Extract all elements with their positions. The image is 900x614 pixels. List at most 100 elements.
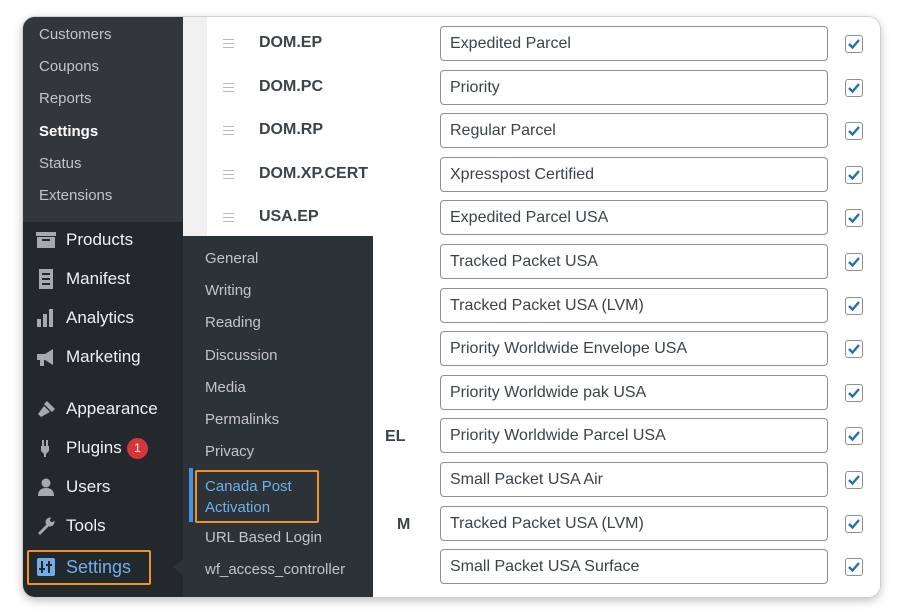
menu-label-manifest: Manifest — [66, 269, 131, 288]
flyout-item-permalinks[interactable]: Permalinks — [205, 410, 279, 430]
flyout-item-discussion[interactable]: Discussion — [205, 346, 278, 366]
checkmark-icon — [848, 518, 860, 529]
service-name-input[interactable]: Small Packet USA Air — [440, 462, 828, 497]
drag-handle-icon[interactable] — [223, 126, 234, 136]
flyout-pointer — [173, 559, 183, 575]
flyout-item-canada-post-line-1: Canada Post — [205, 478, 292, 495]
service-enabled-checkbox[interactable] — [845, 296, 863, 315]
service-name-input[interactable]: Expedited Parcel — [440, 26, 828, 61]
menu-item-tools[interactable]: Tools — [23, 508, 183, 544]
service-name-input[interactable]: Priority Worldwide pak USA — [440, 374, 828, 410]
service-name-input[interactable]: Expedited Parcel USA — [440, 200, 828, 236]
checkmark-icon — [848, 344, 860, 355]
menu-item-settings[interactable]: Settings — [23, 547, 183, 591]
menu-item-appearance[interactable]: Appearance — [23, 391, 183, 427]
service-name-input[interactable]: Regular Parcel — [440, 113, 828, 149]
flyout-item-writing[interactable]: Writing — [205, 281, 251, 301]
checkmark-icon — [848, 562, 860, 573]
service-code: DOM.XP.CERT — [259, 164, 369, 182]
submenu-customers[interactable]: Customers — [39, 25, 112, 45]
flyout-item-canada-post-activation[interactable]: Canada Post Activation — [205, 476, 292, 518]
service-name-input[interactable]: Xpresspost Certified — [440, 156, 828, 192]
settings-flyout-menu: General Writing Reading Discussion Media… — [183, 236, 373, 597]
menu-item-manifest[interactable]: Manifest — [23, 261, 183, 297]
checkmark-icon — [848, 475, 860, 486]
service-name-input[interactable]: Priority — [440, 69, 828, 105]
service-name-input[interactable]: Tracked Packet USA (LVM) — [440, 505, 828, 541]
update-count-badge: 1 — [127, 438, 148, 459]
submenu-coupons[interactable]: Coupons — [39, 57, 99, 77]
paintbrush-icon — [38, 401, 55, 417]
service-enabled-checkbox[interactable] — [845, 383, 863, 402]
service-enabled-checkbox[interactable] — [845, 471, 863, 489]
service-code: DOM.PC — [259, 77, 323, 95]
user-icon — [38, 478, 54, 496]
browser-window: Customers Coupons Reports Settings Statu… — [23, 17, 880, 597]
menu-label-users: Users — [66, 477, 111, 496]
flyout-active-indicator — [189, 468, 193, 522]
settings-sliders-icon — [37, 558, 55, 576]
flyout-item-general[interactable]: General — [205, 249, 258, 269]
service-code: M — [397, 515, 411, 533]
drag-handle-icon[interactable] — [223, 82, 234, 92]
flyout-item-url-based-login[interactable]: URL Based Login — [205, 528, 322, 548]
wrench-icon — [38, 517, 55, 535]
service-enabled-checkbox[interactable] — [845, 165, 863, 184]
megaphone-icon — [37, 349, 53, 366]
service-name-input[interactable]: Tracked Packet USA — [440, 244, 828, 279]
menu-item-users[interactable]: Users — [23, 469, 183, 505]
document-icon — [39, 269, 53, 289]
service-enabled-checkbox[interactable] — [845, 78, 863, 97]
menu-label-products: Products — [66, 230, 134, 249]
checkmark-icon — [848, 39, 860, 50]
service-enabled-checkbox[interactable] — [845, 253, 863, 271]
menu-item-products[interactable]: Products — [23, 222, 183, 258]
woocommerce-submenu: Customers Coupons Reports Settings Statu… — [23, 17, 183, 222]
menu-label-tools: Tools — [66, 516, 106, 535]
service-enabled-checkbox[interactable] — [845, 427, 863, 446]
flyout-item-wf-access-controller[interactable]: wf_access_controller — [205, 560, 345, 580]
checkmark-icon — [848, 213, 860, 224]
service-code: DOM.EP — [259, 34, 323, 51]
submenu-status[interactable]: Status — [39, 154, 82, 174]
menu-label-plugins: Plugins — [66, 438, 122, 457]
menu-item-analytics[interactable]: Analytics — [23, 300, 183, 336]
drag-handle-icon[interactable] — [223, 169, 234, 179]
checkmark-icon — [848, 82, 860, 93]
flyout-item-media[interactable]: Media — [205, 378, 246, 398]
service-row: DOM.PC Priority — [207, 69, 880, 113]
menu-item-plugins[interactable]: Plugins 1 — [23, 430, 183, 466]
service-name-input[interactable]: Priority Worldwide Parcel USA — [440, 418, 828, 454]
service-row: DOM.RP Regular Parcel — [207, 112, 880, 156]
drag-handle-icon[interactable] — [223, 213, 234, 223]
menu-label-appearance: Appearance — [66, 399, 158, 418]
checkmark-icon — [848, 257, 860, 268]
admin-sidebar: Customers Coupons Reports Settings Statu… — [23, 17, 183, 597]
menu-item-marketing[interactable]: Marketing — [23, 339, 183, 375]
submenu-extensions[interactable]: Extensions — [39, 186, 112, 206]
service-enabled-checkbox[interactable] — [845, 558, 863, 577]
service-enabled-checkbox[interactable] — [845, 122, 863, 141]
archive-icon — [36, 232, 56, 248]
plug-icon — [41, 440, 49, 457]
submenu-settings[interactable]: Settings — [39, 122, 98, 142]
drag-handle-icon[interactable] — [223, 39, 234, 48]
submenu-reports[interactable]: Reports — [39, 89, 92, 109]
service-row: DOM.XP.CERT Xpresspost Certified — [207, 156, 880, 200]
flyout-item-canada-post-line-2: Activation — [205, 499, 271, 516]
flyout-item-privacy[interactable]: Privacy — [205, 442, 254, 462]
service-name-input[interactable]: Priority Worldwide Envelope USA — [440, 331, 828, 367]
service-enabled-checkbox[interactable] — [845, 340, 863, 359]
menu-label-marketing: Marketing — [66, 347, 141, 366]
service-name-input[interactable]: Small Packet USA Surface — [440, 549, 828, 585]
service-enabled-checkbox[interactable] — [845, 514, 863, 533]
service-enabled-checkbox[interactable] — [845, 35, 863, 53]
bar-chart-icon — [37, 309, 53, 327]
checkmark-icon — [848, 300, 860, 311]
service-name-input[interactable]: Tracked Packet USA (LVM) — [440, 287, 828, 323]
checkmark-icon — [848, 388, 860, 399]
menu-label-settings: Settings — [66, 557, 132, 577]
service-enabled-checkbox[interactable] — [845, 209, 863, 228]
service-row: DOM.EP Expedited Parcel — [207, 25, 880, 69]
flyout-item-reading[interactable]: Reading — [205, 313, 261, 333]
